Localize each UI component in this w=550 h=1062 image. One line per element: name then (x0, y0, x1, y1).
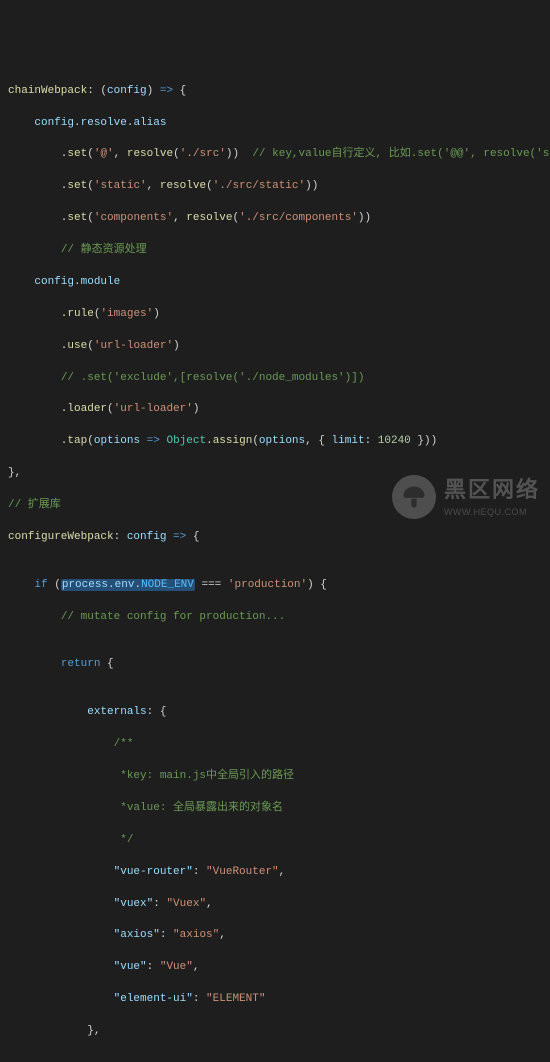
code-line: // 静态资源处理 (8, 243, 550, 259)
code-line: .use('url-loader') (8, 339, 550, 355)
code-line: "vue": "Vue", (8, 960, 550, 976)
code-line: .rule('images') (8, 307, 550, 323)
code-line: }, (8, 466, 550, 482)
code-editor[interactable]: chainWebpack: (config) => { config.resol… (8, 68, 550, 1062)
code-line: if (process.env.NODE_ENV === 'production… (8, 578, 550, 594)
code-line: // .set('exclude',[resolve('./node_modul… (8, 371, 550, 387)
code-line: *value: 全局暴露出来的对象名 (8, 801, 550, 817)
code-line: .set('static', resolve('./src/static')) (8, 179, 550, 195)
code-line: .tap(options => Object.assign(options, {… (8, 434, 550, 450)
code-line: "vue-router": "VueRouter", (8, 865, 550, 881)
code-line: return { (8, 657, 550, 673)
code-line: }, (8, 1024, 550, 1040)
code-line: */ (8, 833, 550, 849)
code-line: config.resolve.alias (8, 116, 550, 132)
code-line: "element-ui": "ELEMENT" (8, 992, 550, 1008)
code-line: /** (8, 737, 550, 753)
code-line: configureWebpack: config => { (8, 530, 550, 546)
code-line: // 扩展库 (8, 498, 550, 514)
code-line: .set('components', resolve('./src/compon… (8, 211, 550, 227)
code-line: externals: { (8, 705, 550, 721)
code-line: chainWebpack: (config) => { (8, 84, 550, 100)
code-line: // mutate config for production... (8, 610, 550, 626)
code-line: *key: main.js中全局引入的路径 (8, 769, 550, 785)
code-line: config.module (8, 275, 550, 291)
code-line: "axios": "axios", (8, 928, 550, 944)
code-line: .loader('url-loader') (8, 402, 550, 418)
code-line: "vuex": "Vuex", (8, 897, 550, 913)
code-line: .set('@', resolve('./src')) // key,value… (8, 147, 550, 163)
